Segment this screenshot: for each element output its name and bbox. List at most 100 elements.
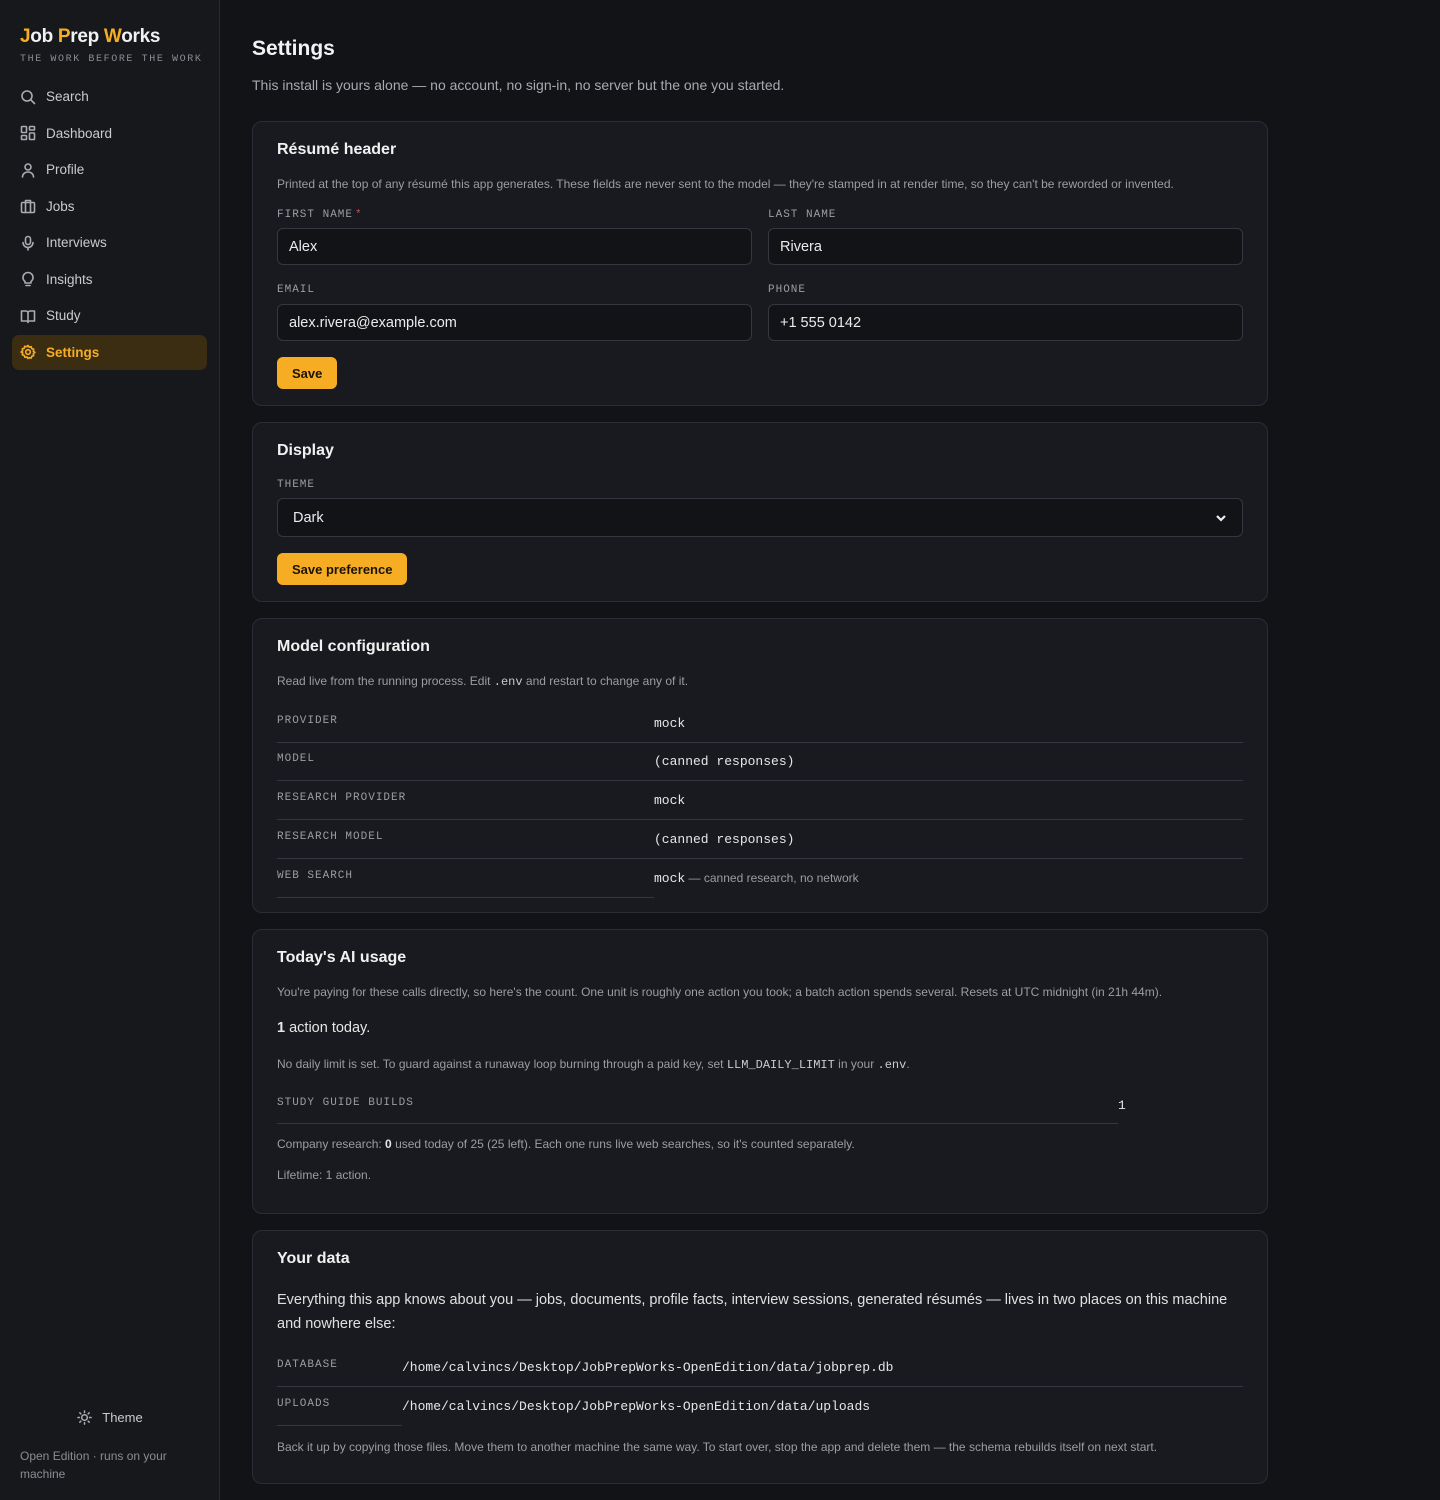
first-name-label-text: FIRST NAME [277,209,354,221]
config-key: MODEL [277,742,654,781]
model-configuration-title: Model configuration [277,638,430,655]
your-data-intro: Everything this app knows about you — jo… [277,1292,1228,1332]
sidebar-item-label: Profile [46,162,85,177]
sidebar-item-label: Study [46,308,81,323]
config-value: mock [654,704,1243,743]
resume-header-title: Résumé header [277,141,397,158]
theme-toggle-button[interactable]: Theme [0,1410,220,1425]
config-value-text: mock [654,793,686,808]
config-value: mock — canned research, no network [654,859,1243,898]
action-count-suffix: action today. [285,1020,371,1036]
daily-limit-note: No daily limit is set. To guard against … [277,1057,910,1072]
chevron-down-icon [1216,514,1226,522]
research-count: 0 [385,1137,392,1151]
brand-word-rep: rep [70,26,104,47]
config-value-text: (canned responses) [654,832,795,847]
data-key: UPLOADS [277,1387,402,1426]
env-file-code: .env [493,675,523,689]
required-marker: * [355,209,363,221]
dashboard-icon [20,125,36,141]
display-title: Display [277,442,334,459]
search-icon [20,89,36,105]
database-path: /home/calvincs/Desktop/JobPrepWorks-Open… [402,1348,1243,1387]
model-configuration-card: Model configuration Read live from the r… [252,618,1268,913]
config-value: mock [654,781,1243,820]
email-label: EMAIL [277,284,316,296]
brand-letter-w: W [103,26,122,47]
lightbulb-icon [20,271,36,287]
config-value: (canned responses) [654,820,1243,859]
limit-text: in your [834,1057,878,1071]
sidebar-item-interviews[interactable]: Interviews [12,225,207,260]
sidebar-item-jobs[interactable]: Jobs [12,189,207,224]
usage-breakdown-key: STUDY GUIDE BUILDS [277,1085,1118,1124]
data-key: DATABASE [277,1348,402,1387]
theme-toggle-label: Theme [102,1410,143,1425]
last-name-field[interactable] [768,228,1243,265]
usage-breakdown-value: 1 [1118,1098,1126,1113]
sidebar-item-search[interactable]: Search [12,79,207,114]
save-button[interactable]: Save [277,357,338,389]
config-value-text: mock [654,871,686,886]
company-research-note: Company research: 0 used today of 25 (25… [277,1137,855,1151]
sidebar-item-profile[interactable]: Profile [12,152,207,187]
save-preference-button[interactable]: Save preference [277,553,408,585]
user-icon [20,162,36,178]
sidebar-item-insights[interactable]: Insights [12,262,207,297]
sidebar-item-label: Jobs [46,198,75,214]
sidebar-item-label: Search [46,89,89,104]
config-key: RESEARCH MODEL [277,820,654,859]
ai-usage-card: Today's AI usage You're paying for these… [252,929,1268,1214]
page-title: Settings [252,37,335,60]
phone-field[interactable] [768,304,1243,341]
limit-text: . [906,1057,910,1071]
config-value-note: — canned research, no network [685,871,859,885]
lifetime-count: Lifetime: 1 action. [277,1168,372,1182]
theme-select[interactable]: Dark [277,498,1243,537]
first-name-field[interactable] [277,228,752,265]
config-key: WEB SEARCH [277,859,654,898]
sidebar: Job Prep Works THE WORK BEFORE THE WORK … [0,0,220,1500]
first-name-label: FIRST NAME * [277,209,363,221]
model-configuration-description: Read live from the running process. Edit… [277,674,688,689]
page-subtitle: This install is yours alone — no account… [252,77,785,93]
sidebar-item-dashboard[interactable]: Dashboard [12,116,207,151]
brand-word-orks: orks [121,26,161,47]
app-logo-title[interactable]: Job Prep Works [20,26,202,48]
briefcase-icon [20,198,36,214]
your-data-card: Your data Everything this app knows abou… [252,1230,1268,1484]
research-text: used today of 25 (25 left). Each one run… [391,1137,855,1151]
theme-select-value: Dark [293,509,324,526]
display-card: Display THEME Dark Save preference [252,422,1268,602]
your-data-footer: Back it up by copying those files. Move … [277,1440,1158,1454]
brand-letter-p: P [57,26,71,47]
email-field[interactable] [277,304,752,341]
resume-header-card: Résumé header Printed at the top of any … [252,121,1268,406]
theme-label: THEME [277,479,316,491]
sidebar-item-label: Insights [46,271,93,287]
action-count-number: 1 [277,1020,286,1036]
your-data-title: Your data [277,1250,350,1267]
gear-icon [20,344,36,360]
config-value: (canned responses) [654,742,1243,781]
config-key: PROVIDER [277,704,654,743]
book-icon [20,308,36,324]
limit-text: No daily limit is set. To guard against … [277,1057,727,1071]
resume-header-description: Printed at the top of any résumé this ap… [277,177,1174,191]
last-name-label: LAST NAME [768,209,837,221]
description-text: Read live from the running process. Edit [277,674,494,688]
brand-word-ob: ob [30,26,58,47]
sidebar-item-label: Dashboard [46,125,113,141]
env-file-code: .env [877,1058,907,1072]
brand: Job Prep Works THE WORK BEFORE THE WORK [20,26,202,65]
description-text: and restart to change any of it. [522,674,689,688]
sun-icon [77,1410,93,1425]
microphone-icon [20,235,36,251]
sidebar-item-label: Settings [46,344,100,360]
sidebar-item-label: Interviews [46,235,107,250]
sidebar-item-settings[interactable]: Settings [12,334,207,370]
research-text: Company research: [277,1137,386,1151]
sidebar-item-study[interactable]: Study [12,298,207,333]
action-count: 1 action today. [277,1020,370,1036]
config-key: RESEARCH PROVIDER [277,781,654,820]
